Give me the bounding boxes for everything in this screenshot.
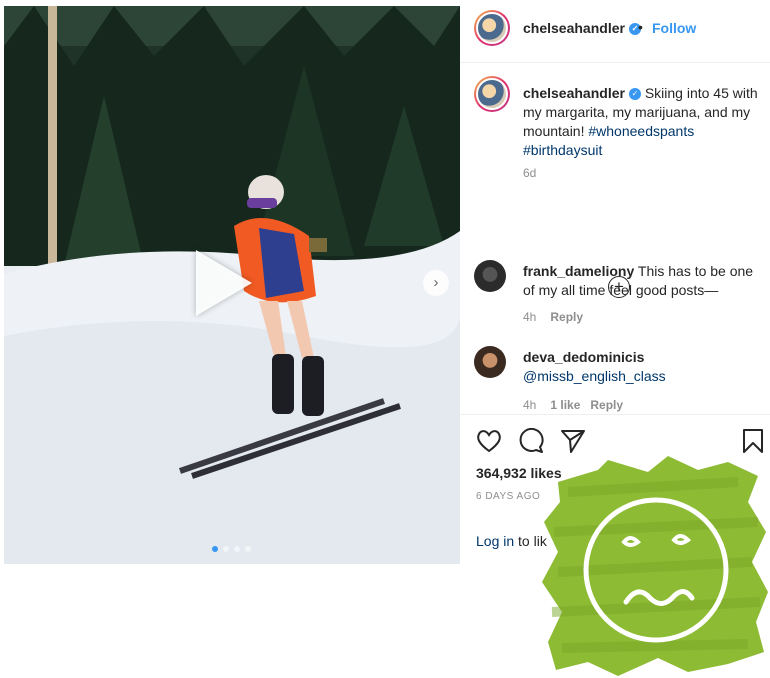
comment-text: deva_dedominicis @missb_english_class <box>523 348 763 386</box>
carousel-indicator <box>212 546 251 552</box>
carousel-dot <box>212 546 218 552</box>
header-username-link[interactable]: chelseahandler ✓ <box>523 20 641 36</box>
post-date: 6 DAYS AGO <box>476 491 541 502</box>
comment-username-link[interactable]: deva_dedominicis <box>523 349 644 365</box>
caption-timestamp: 6d <box>523 166 537 180</box>
login-prompt: Log in to lik <box>476 533 547 549</box>
sad-face-icon <box>542 456 768 676</box>
comment-likes[interactable]: 1 like <box>550 398 580 412</box>
hashtag-link[interactable]: #whoneedspants <box>588 123 694 139</box>
carousel-dot <box>245 546 251 552</box>
comment-time: 4h <box>523 398 537 412</box>
reply-button[interactable]: Reply <box>590 398 623 412</box>
play-icon[interactable] <box>196 250 252 316</box>
comment-meta: 4h 1 like Reply <box>523 398 633 412</box>
username-text[interactable]: chelseahandler <box>523 20 625 36</box>
chevron-right-icon[interactable]: › <box>423 270 449 296</box>
caption-username-link[interactable]: chelseahandler <box>523 85 625 101</box>
send-icon[interactable] <box>560 428 586 454</box>
bookmark-icon[interactable] <box>742 428 764 454</box>
comment-username-link[interactable]: frank_dameliony <box>523 263 634 279</box>
post-header: chelseahandler ✓ • Follow <box>460 6 770 63</box>
separator-dot: • <box>638 19 643 35</box>
verified-badge-icon: ✓ <box>628 88 641 101</box>
comment-text: frank_dameliony This has to be one of my… <box>523 262 763 300</box>
carousel-dot <box>234 546 240 552</box>
follow-button[interactable]: Follow <box>652 20 696 36</box>
reply-button[interactable]: Reply <box>550 310 583 324</box>
heart-icon[interactable] <box>476 429 502 453</box>
comment-icon[interactable] <box>518 428 544 454</box>
post-media[interactable]: › <box>4 6 460 564</box>
comment-meta: 4h Reply <box>523 310 593 324</box>
avatar[interactable] <box>474 76 510 112</box>
caption-text: chelseahandler ✓ Skiing into 45 with my m… <box>523 84 763 160</box>
avatar[interactable] <box>474 346 506 378</box>
carousel-dot <box>223 546 229 552</box>
mention-link[interactable]: @missb_english_class <box>523 368 666 384</box>
comment-time: 4h <box>523 310 537 324</box>
avatar[interactable] <box>474 10 510 46</box>
hashtag-link[interactable]: #birthdaysuit <box>523 142 602 158</box>
avatar[interactable] <box>474 260 506 292</box>
login-link[interactable]: Log in <box>476 533 514 549</box>
